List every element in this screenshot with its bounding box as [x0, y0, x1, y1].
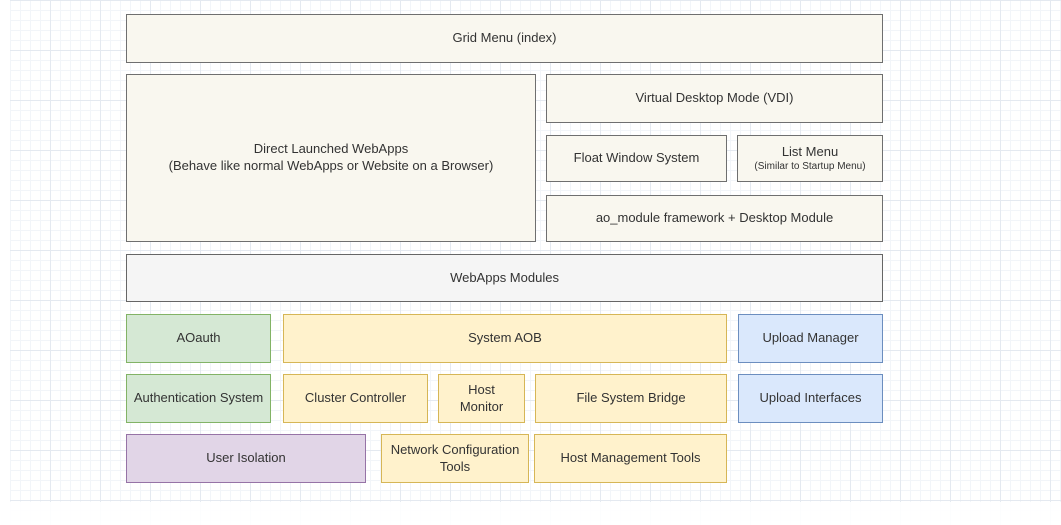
node-label: Network Configuration Tools	[388, 442, 522, 476]
diagram-node-ao-module-framework[interactable]: ao_module framework + Desktop Module	[546, 195, 883, 242]
node-label: Direct Launched WebApps	[133, 141, 529, 158]
diagram-node-upload-manager[interactable]: Upload Manager	[738, 314, 883, 363]
diagram-node-webapps-modules[interactable]: WebApps Modules	[126, 254, 883, 302]
node-label: List Menu	[744, 144, 876, 161]
diagram-node-user-isolation[interactable]: User Isolation	[126, 434, 366, 483]
diagram-node-list-menu[interactable]: List Menu(Similar to Startup Menu)	[737, 135, 883, 182]
node-label: (Behave like normal WebApps or Website o…	[133, 158, 529, 175]
diagram-node-host-monitor[interactable]: Host Monitor	[438, 374, 525, 423]
node-label: Authentication System	[133, 390, 264, 407]
node-label: System AOB	[290, 330, 720, 347]
diagram-node-float-window-system[interactable]: Float Window System	[546, 135, 727, 182]
node-label: Grid Menu (index)	[133, 30, 876, 47]
node-label: Float Window System	[553, 150, 720, 167]
node-label: AOauth	[133, 330, 264, 347]
node-label: User Isolation	[133, 450, 359, 467]
diagram-node-direct-launched-webapps[interactable]: Direct Launched WebApps(Behave like norm…	[126, 74, 536, 242]
node-label: Host Management Tools	[541, 450, 720, 467]
canvas-left-margin	[0, 0, 10, 525]
node-label: WebApps Modules	[133, 270, 876, 287]
diagram-node-cluster-controller[interactable]: Cluster Controller	[283, 374, 428, 423]
node-label: Upload Manager	[745, 330, 876, 347]
node-label: Cluster Controller	[290, 390, 421, 407]
diagram-node-authentication-system[interactable]: Authentication System	[126, 374, 271, 423]
diagram-node-grid-menu[interactable]: Grid Menu (index)	[126, 14, 883, 63]
node-label: File System Bridge	[542, 390, 720, 407]
diagram-node-file-system-bridge[interactable]: File System Bridge	[535, 374, 727, 423]
node-label: Host Monitor	[445, 382, 518, 416]
diagram-node-aoauth[interactable]: AOauth	[126, 314, 271, 363]
diagram-node-network-configuration-tools[interactable]: Network Configuration Tools	[381, 434, 529, 483]
diagram-node-upload-interfaces[interactable]: Upload Interfaces	[738, 374, 883, 423]
diagram-canvas[interactable]: Grid Menu (index) Direct Launched WebApps…	[0, 0, 1061, 525]
node-label: ao_module framework + Desktop Module	[553, 210, 876, 227]
node-label: Upload Interfaces	[745, 390, 876, 407]
canvas-bottom-margin	[0, 502, 1061, 525]
diagram-node-system-aob[interactable]: System AOB	[283, 314, 727, 363]
node-label: Virtual Desktop Mode (VDI)	[553, 90, 876, 107]
diagram-node-virtual-desktop-mode[interactable]: Virtual Desktop Mode (VDI)	[546, 74, 883, 123]
node-label: (Similar to Startup Menu)	[744, 161, 876, 174]
diagram-node-host-management-tools[interactable]: Host Management Tools	[534, 434, 727, 483]
